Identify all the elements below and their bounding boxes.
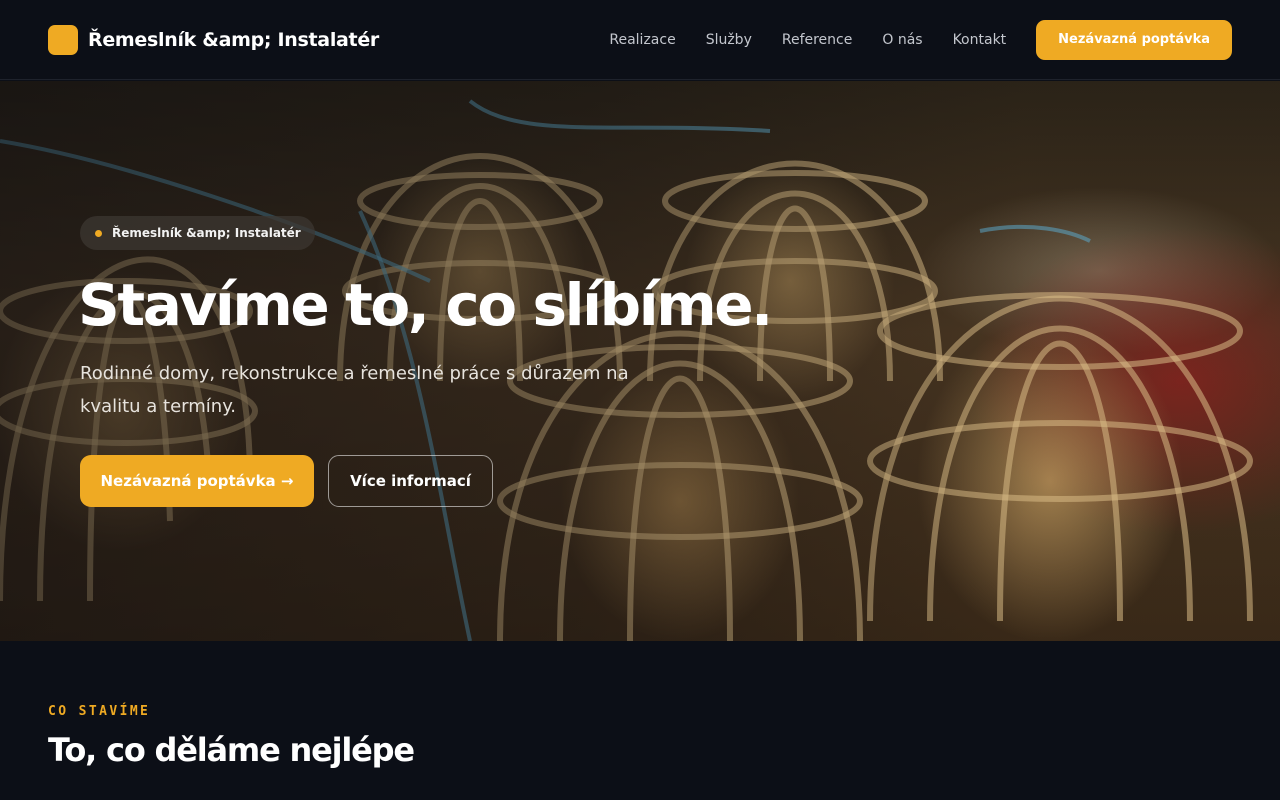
logo-mark-icon [48, 24, 78, 55]
section-eyebrow: CO STAVÍME [48, 704, 151, 719]
more-info-button[interactable]: Více informací [328, 455, 493, 507]
nav-link-o-nas[interactable]: O nás [882, 32, 922, 48]
services-section: CO STAVÍME To, co děláme nejlépe [0, 641, 1280, 800]
hero-badge-label: Řemeslník &amp; Instalatér [112, 226, 301, 240]
nav-link-reference[interactable]: Reference [782, 32, 853, 48]
hero-badge: Řemeslník &amp; Instalatér [80, 216, 315, 250]
nav-link-realizace[interactable]: Realizace [609, 32, 675, 48]
badge-dot-icon [95, 229, 102, 237]
hero-title: Stavíme to, co slíbíme. [78, 271, 773, 339]
section-title: To, co děláme nejlépe [48, 731, 415, 769]
nav-link-sluzby[interactable]: Služby [706, 32, 752, 48]
hero-inquiry-button[interactable]: Nezávazná poptávka → [80, 455, 314, 507]
brand-logo[interactable]: Řemeslník &amp; Instalatér [48, 24, 379, 55]
main-nav: Realizace Služby Reference O nás Kontakt… [609, 19, 1232, 60]
header-inquiry-button[interactable]: Nezávazná poptávka [1036, 19, 1232, 60]
nav-link-kontakt[interactable]: Kontakt [953, 32, 1007, 48]
hero-section: Řemeslník &amp; Instalatér Stavíme to, c… [0, 81, 1280, 641]
brand-name: Řemeslník &amp; Instalatér [88, 28, 379, 51]
hero-subtitle: Rodinné domy, rekonstrukce a řemeslné pr… [80, 363, 629, 417]
site-header: Řemeslník &amp; Instalatér Realizace Slu… [0, 0, 1280, 80]
